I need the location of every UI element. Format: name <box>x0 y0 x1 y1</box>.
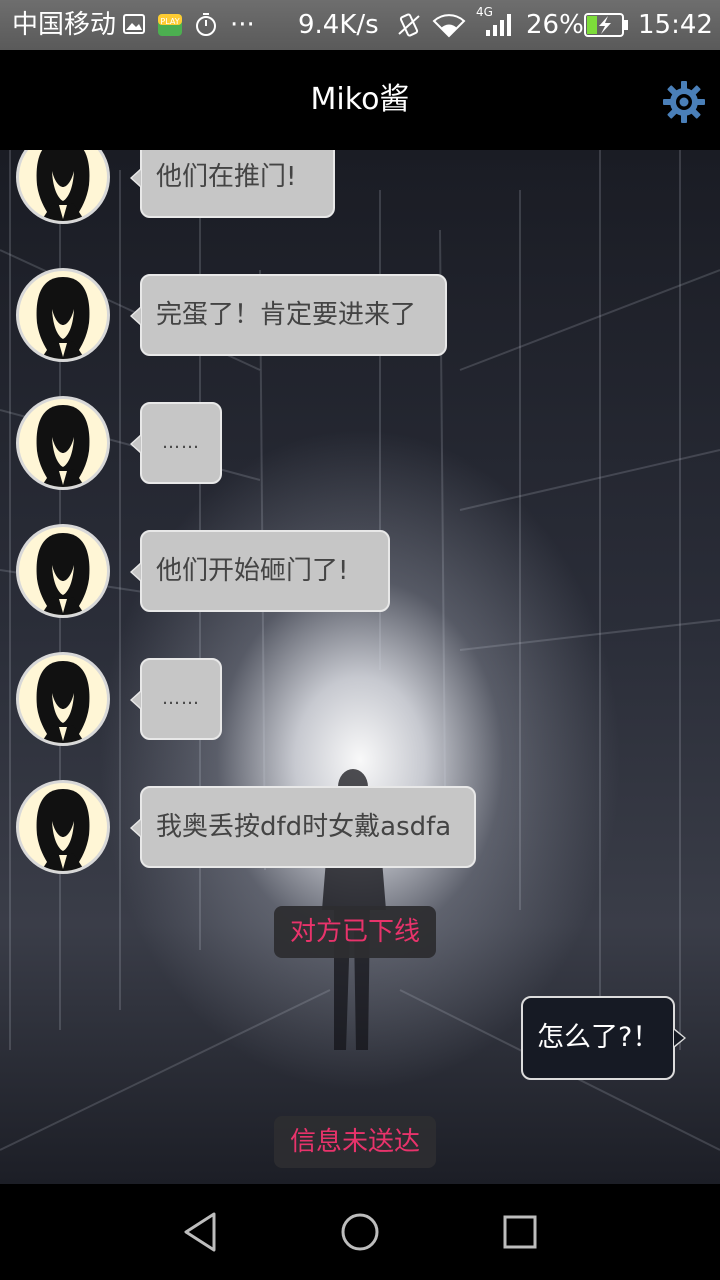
avatar[interactable] <box>16 396 110 490</box>
system-notice-undelivered: 信息未送达 <box>274 1116 437 1168</box>
incoming-message-bubble[interactable]: 他们在推门! <box>130 150 335 218</box>
message-text: 完蛋了！肯定要进来了 <box>156 300 417 330</box>
image-icon <box>123 14 145 34</box>
play-icon: PLAY <box>158 14 182 36</box>
bubble-tail <box>130 434 141 454</box>
outgoing-message-text: 怎么了?！ <box>537 1022 660 1053</box>
message-text: 他们开始砸门了! <box>156 556 349 586</box>
chat-title: Miko酱 <box>310 82 410 117</box>
back-icon[interactable] <box>174 1206 226 1258</box>
wifi-icon <box>432 14 466 38</box>
incoming-message-bubble[interactable]: 完蛋了！肯定要进来了 <box>130 274 447 356</box>
navigation-bar <box>0 1184 720 1280</box>
bubble-tail <box>130 168 141 188</box>
avatar[interactable] <box>16 524 110 618</box>
message-text: …… <box>162 432 200 453</box>
recents-icon[interactable] <box>494 1206 546 1258</box>
gear-icon[interactable] <box>660 78 708 126</box>
bubble-tail <box>130 306 141 326</box>
avatar[interactable] <box>16 652 110 746</box>
bubble-tail <box>130 818 141 838</box>
signal-icon <box>486 14 511 36</box>
message-text: 他们在推门! <box>156 162 297 192</box>
battery-charging-icon <box>584 13 628 37</box>
vibrate-icon <box>398 13 420 37</box>
svg-text:PLAY: PLAY <box>160 17 179 26</box>
incoming-message-bubble[interactable]: …… <box>130 658 222 740</box>
bubble-tail <box>130 562 141 582</box>
incoming-message-bubble[interactable]: …… <box>130 402 222 484</box>
incoming-message-bubble[interactable]: 他们开始砸门了! <box>130 530 390 612</box>
bubble-tail <box>130 690 141 710</box>
incoming-message-bubble[interactable]: 我奥丢按dfd时女戴asdfa <box>130 786 476 868</box>
message-text: …… <box>162 688 200 709</box>
timer-icon <box>196 13 216 36</box>
status-bar: 中国移动 PLAY ··· 9.4K/s 4G 26% 15:42 <box>0 0 720 50</box>
system-notice-offline: 对方已下线 <box>274 906 437 958</box>
clock: 15:42 <box>638 10 713 40</box>
network-speed: 9.4K/s <box>298 10 379 40</box>
avatar[interactable] <box>16 268 110 362</box>
bubble-tail <box>674 1028 687 1048</box>
home-icon[interactable] <box>334 1206 386 1258</box>
carrier-name: 中国移动 <box>12 10 117 40</box>
message-text: 我奥丢按dfd时女戴asdfa <box>156 812 452 842</box>
more-notifications: ··· <box>230 10 255 40</box>
app-header: Miko酱 <box>0 50 720 150</box>
battery-percent: 26% <box>526 10 584 40</box>
avatar[interactable] <box>16 780 110 874</box>
outgoing-message-bubble[interactable]: 怎么了?！ <box>521 996 687 1080</box>
chat-area[interactable]: 他们在推门! 完蛋了！肯定要进来了 …… 他们开始砸门了! …… 我奥丢按dfd时女戴as… <box>0 150 720 1184</box>
